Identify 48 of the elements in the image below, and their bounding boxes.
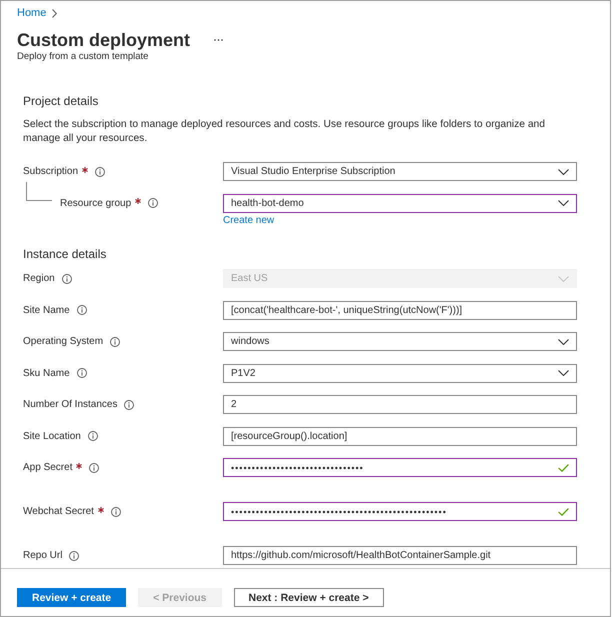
info-icon[interactable] <box>95 166 106 176</box>
section-heading: Project details <box>23 93 100 109</box>
tree-connector <box>26 182 52 200</box>
info-icon[interactable] <box>69 550 80 560</box>
text-field[interactable]: [resourceGroup().location] <box>223 426 577 446</box>
chevron-down-icon <box>558 276 569 282</box>
text-field[interactable]: https://github.com/microsoft/HealthBotContainerSample.git <box>223 546 577 565</box>
info-icon[interactable] <box>88 431 98 441</box>
text-field[interactable]: 2 <box>223 395 577 414</box>
password-field[interactable]: •••••••••••••••••••••••••••••••••••••••••••••••••••• <box>223 502 577 521</box>
field-label: Number Of Instances <box>23 399 118 410</box>
dropdown-field[interactable]: P1V2 <box>223 364 577 382</box>
page-title: Custom deployment <box>17 29 190 51</box>
page-subtitle: Deploy from a custom template <box>17 51 150 63</box>
footer-button[interactable]: Review + create <box>17 588 126 607</box>
field-label: Repo Url <box>23 550 62 561</box>
chevron-down-icon <box>558 200 569 206</box>
chevron-down-icon <box>558 338 569 344</box>
field-label: App Secret <box>23 462 72 473</box>
chevron-down-icon <box>558 168 569 174</box>
field-label: Site Location <box>23 430 81 442</box>
section-description: Select the subscription to manage deployed resources and costs. Use resource groups like folders to organize and manage all your resources. <box>23 118 546 146</box>
field-label: Resource group <box>60 198 132 208</box>
field-label: Webchat Secret <box>23 506 94 517</box>
dropdown-field[interactable]: windows <box>223 332 577 351</box>
info-icon[interactable] <box>110 506 121 516</box>
chevron-right-icon <box>52 8 58 18</box>
breadcrumb-link[interactable]: Home <box>17 6 46 20</box>
create-new-link[interactable]: Create new <box>223 214 274 226</box>
info-icon[interactable] <box>76 368 87 378</box>
field-label: Operating System <box>23 336 104 347</box>
info-icon[interactable] <box>76 305 87 315</box>
section-heading: Instance details <box>23 246 108 262</box>
password-field[interactable]: •••••••••••••••••••••••••••••••• <box>223 458 577 477</box>
field-label: Region <box>23 273 55 284</box>
info-icon[interactable] <box>62 274 72 284</box>
info-icon[interactable] <box>148 198 158 208</box>
chevron-down-icon <box>558 370 569 376</box>
field-label: Site Name <box>23 304 70 316</box>
footer-button[interactable]: Next : Review + create > <box>234 588 384 607</box>
text-field[interactable]: [concat('healthcare-bot-', uniqueString(utcNow('F')))] <box>223 300 577 320</box>
info-icon[interactable] <box>89 462 100 472</box>
dropdown-field[interactable]: health-bot-demo <box>223 194 577 212</box>
info-icon[interactable] <box>124 400 134 410</box>
field-label: Sku Name <box>23 368 70 378</box>
info-icon[interactable] <box>110 336 120 346</box>
field-label: Subscription <box>23 166 78 177</box>
dropdown-field[interactable]: Visual Studio Enterprise Subscription <box>223 162 577 181</box>
